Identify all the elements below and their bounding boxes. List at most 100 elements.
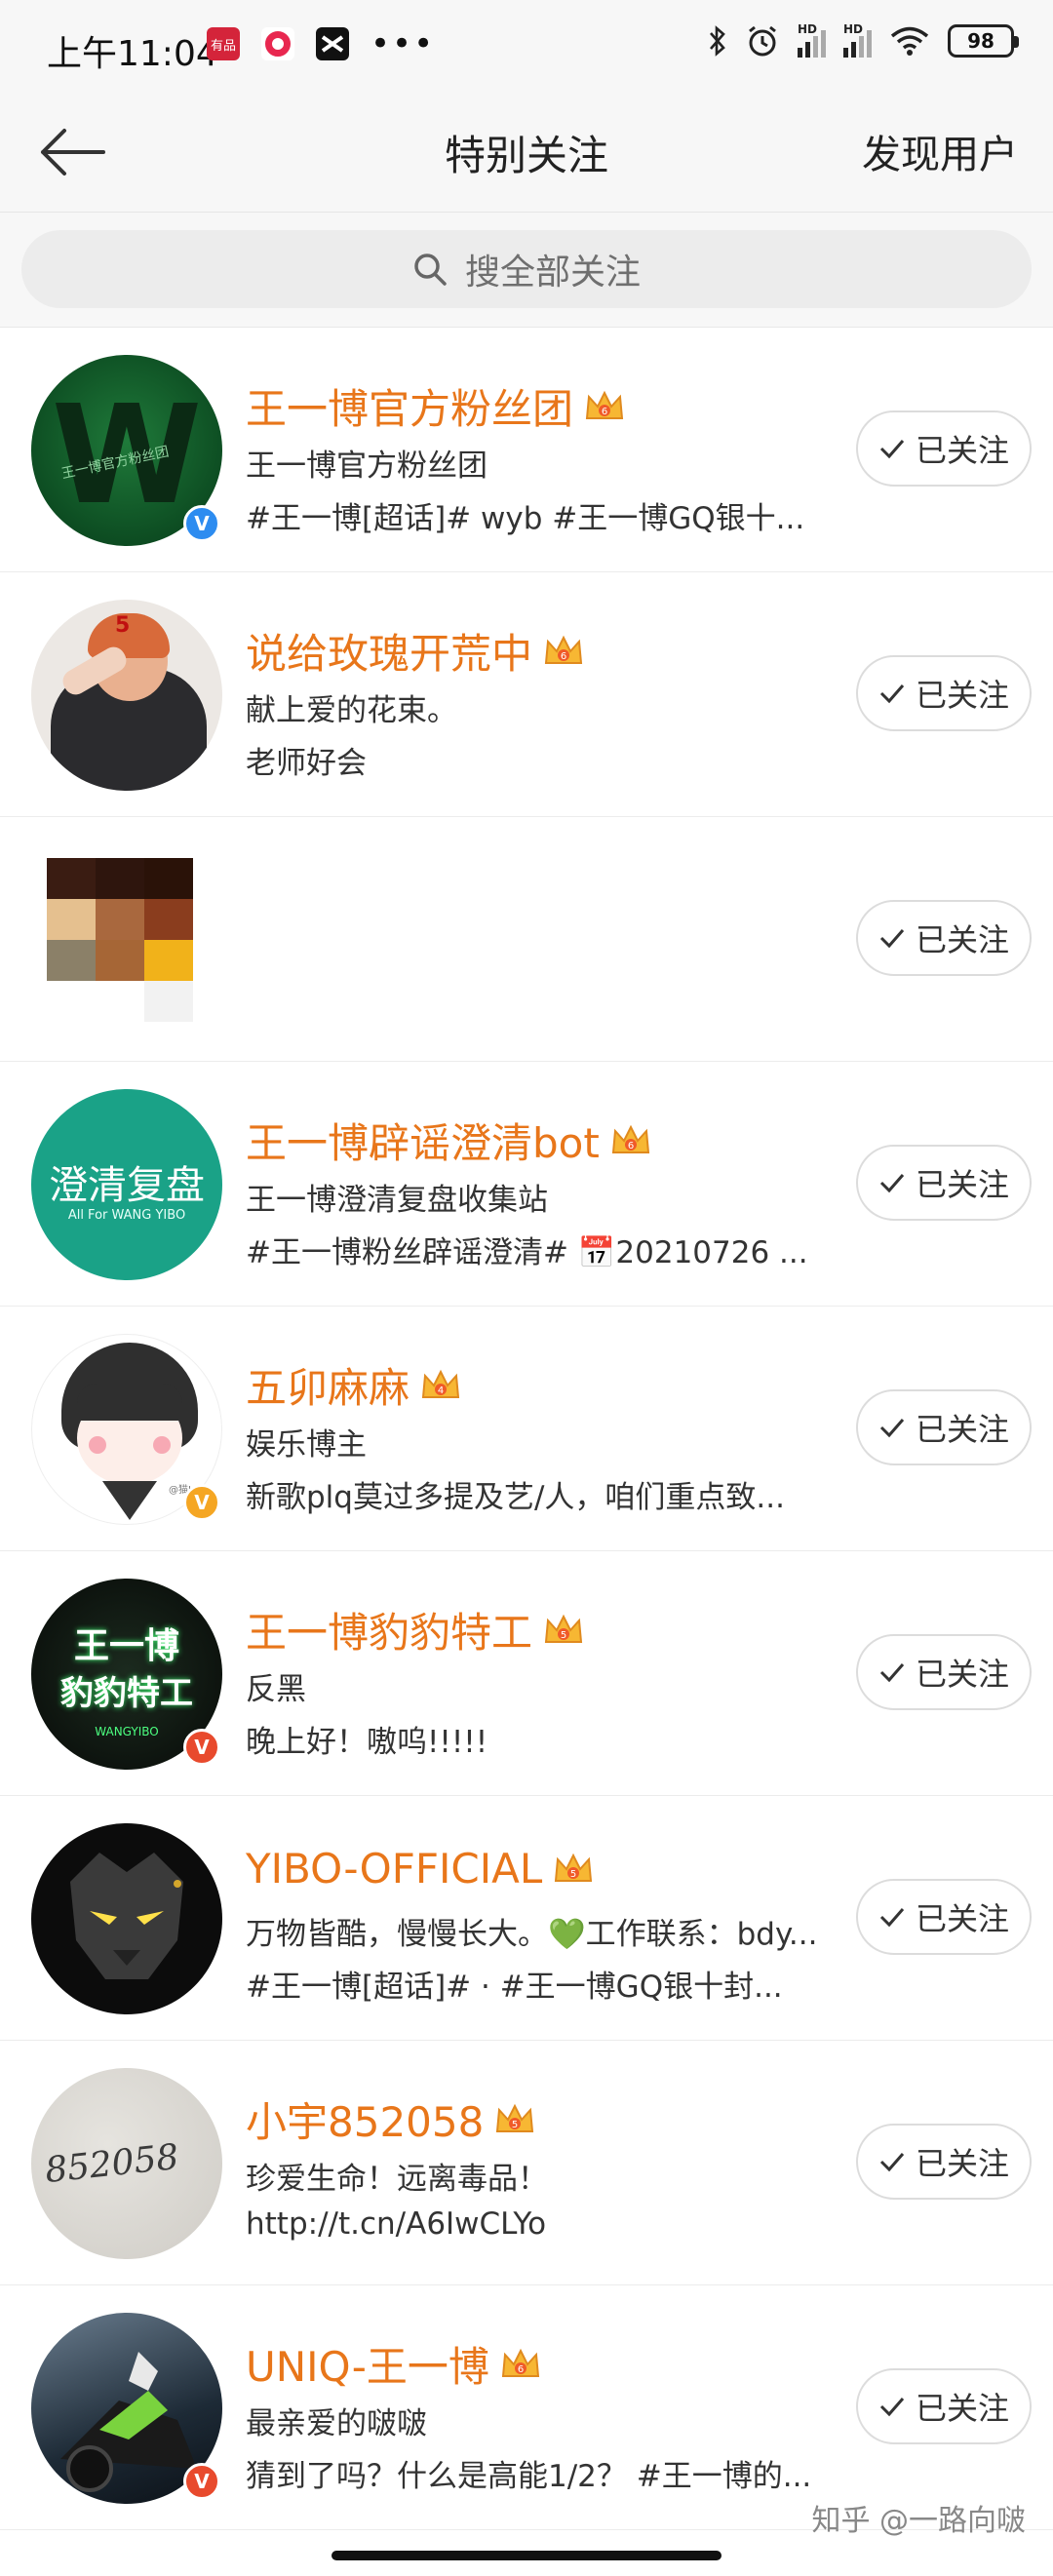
list-item[interactable]: 852058 小宇852058 5 珍爱生命！远离毒品！ http://t.cn… — [0, 2041, 1053, 2285]
avatar[interactable]: 澄清复盘 All For WANG YIBO — [31, 1089, 222, 1280]
user-latest: http://t.cn/A6IwCLYo — [246, 2206, 547, 2242]
status-bar: 上午11:04 有品 ••• HD HD 98 — [0, 0, 1053, 94]
user-latest: 新歌plq莫过多提及艺/人，咱们重点致... — [246, 1480, 785, 1515]
crown-icon: 6 — [611, 1124, 649, 1153]
svg-text:5: 5 — [561, 1630, 566, 1641]
home-indicator[interactable] — [332, 2551, 722, 2560]
svg-text:6: 6 — [628, 1141, 634, 1151]
followed-label: 已关注 — [915, 1411, 1009, 1448]
name-line: 说给玫瑰开荒中 6 — [246, 621, 585, 681]
user-latest: #王一博[超话]# wyb #王一博GQ银十... — [246, 501, 805, 536]
avatar-handwriting: 852058 — [43, 2136, 181, 2192]
crown-icon: 5 — [544, 1614, 583, 1643]
followed-label: 已关注 — [915, 1900, 1009, 1937]
pixelated-avatar[interactable] — [47, 858, 193, 1024]
followed-button[interactable]: 已关注 — [856, 655, 1032, 731]
verified-badge-icon: V — [183, 505, 220, 542]
followed-button[interactable]: 已关注 — [856, 1879, 1032, 1955]
name-line: 王一博辟谣澄清bot 6 — [246, 1111, 652, 1170]
signal-hd-2-icon: HD — [843, 22, 872, 58]
svg-text:5: 5 — [570, 1869, 576, 1880]
user-desc: 珍爱生命！远离毒品！ — [246, 2162, 548, 2197]
avatar[interactable] — [31, 1823, 222, 2014]
svg-text:4: 4 — [438, 1386, 444, 1396]
user-name[interactable]: YIBO-OFFICIAL — [246, 1845, 542, 1893]
avatar[interactable]: 5 — [31, 600, 222, 791]
user-name[interactable]: 小宇852058 — [246, 2089, 484, 2149]
list-item[interactable]: W 王一博官方粉丝团 V 王一博官方粉丝团 6 王一博官方粉丝团 #王一博[超话… — [0, 328, 1053, 572]
record-app-icon — [261, 27, 294, 60]
crown-icon: 4 — [421, 1369, 460, 1398]
user-name[interactable]: 五卯麻麻 — [246, 1355, 410, 1415]
name-line: YIBO-OFFICIAL 5 — [246, 1845, 595, 1893]
avatar[interactable]: 852058 — [31, 2068, 222, 2259]
followed-button[interactable]: 已关注 — [856, 900, 1032, 976]
user-desc: 王一博澄清复盘收集站 — [246, 1183, 548, 1218]
check-icon — [879, 1663, 905, 1683]
user-desc: 娱乐博主 — [246, 1427, 367, 1463]
followed-label: 已关注 — [915, 1656, 1009, 1693]
panther-image — [70, 1853, 183, 1979]
avatar-line-1: 王一博 — [73, 1626, 179, 1666]
avatar-line-2: 豹豹特工 — [60, 1674, 193, 1713]
signal-hd-1-icon: HD — [798, 22, 826, 58]
list-item[interactable]: @猫Lily V 五卯麻麻 4 娱乐博主 新歌plq莫过多提及艺/人，咱们重点致… — [0, 1307, 1053, 1551]
wifi-icon — [890, 26, 929, 56]
user-name[interactable]: UNIQ-王一博 — [246, 2334, 489, 2394]
followed-label: 已关注 — [915, 2145, 1009, 2182]
name-line: 王一博豹豹特工 5 — [246, 1600, 585, 1659]
search-area: 搜全部关注 — [0, 213, 1053, 328]
user-name[interactable]: 王一博官方粉丝团 — [246, 376, 573, 436]
avatar-subtitle: All For WANG YIBO — [67, 1208, 186, 1223]
check-icon — [879, 1419, 905, 1438]
followed-label: 已关注 — [915, 2390, 1009, 2427]
search-input[interactable]: 搜全部关注 — [21, 230, 1032, 308]
avatar-number: 5 — [115, 613, 131, 638]
crown-icon: 6 — [544, 635, 583, 664]
check-icon — [879, 1908, 905, 1928]
user-latest: #王一博粉丝辟谣澄清# 📅20210726 ... — [246, 1235, 808, 1270]
user-desc: 王一博官方粉丝团 — [246, 449, 488, 484]
list-item[interactable]: YIBO-OFFICIAL 5 万物皆酷，慢慢长大。💚工作联系：bdy... #… — [0, 1796, 1053, 2041]
list-item[interactable]: V UNIQ-王一博 6 最亲爱的啵啵 猜到了吗？什么是高能1/2？ #王一博的… — [0, 2285, 1053, 2530]
bluetooth-icon — [710, 25, 725, 57]
check-icon — [879, 684, 905, 704]
user-name[interactable]: 王一博豹豹特工 — [246, 1600, 532, 1659]
check-icon — [879, 2153, 905, 2172]
list-item[interactable]: 5 说给玫瑰开荒中 6 献上爱的花束。 老师好会 已关注 — [0, 572, 1053, 817]
nav-bar: 特别关注 发现用户 — [0, 94, 1053, 213]
followed-button[interactable]: 已关注 — [856, 1145, 1032, 1221]
followed-button[interactable]: 已关注 — [856, 2368, 1032, 2444]
avatar-title: 澄清复盘 — [49, 1163, 205, 1208]
crown-icon: 6 — [501, 2348, 540, 2377]
followed-button[interactable]: 已关注 — [856, 1634, 1032, 1710]
followed-button[interactable]: 已关注 — [856, 410, 1032, 487]
list-item[interactable]: 王一博 豹豹特工 WANGYIBO V 王一博豹豹特工 5 反黑 晚上好！嗷呜!… — [0, 1551, 1053, 1796]
svg-text:6: 6 — [561, 651, 566, 662]
alarm-icon — [749, 25, 776, 57]
followed-button[interactable]: 已关注 — [856, 2124, 1032, 2200]
check-icon — [879, 440, 905, 459]
followed-label: 已关注 — [915, 1166, 1009, 1203]
followed-label: 已关注 — [915, 921, 1009, 958]
name-line: 王一博官方粉丝团 6 — [246, 376, 626, 436]
user-desc: 献上爱的花束。 — [246, 693, 457, 728]
followed-button[interactable]: 已关注 — [856, 1389, 1032, 1465]
more-notifications-icon: ••• — [370, 24, 436, 63]
crown-icon: 5 — [496, 2103, 534, 2132]
check-icon — [879, 1174, 905, 1193]
list-item[interactable]: 已关注 — [0, 817, 1053, 1062]
youpin-app-icon: 有品 — [207, 27, 240, 60]
search-icon — [414, 254, 447, 286]
list-item[interactable]: 澄清复盘 All For WANG YIBO 王一博辟谣澄清bot 6 王一博澄… — [0, 1062, 1053, 1307]
followed-label: 已关注 — [915, 432, 1009, 469]
svg-text:6: 6 — [518, 2364, 524, 2375]
name-line: 五卯麻麻 4 — [246, 1355, 462, 1415]
special-follow-list: W 王一博官方粉丝团 V 王一博官方粉丝团 6 王一博官方粉丝团 #王一博[超话… — [0, 328, 1053, 2530]
svg-text:5: 5 — [512, 2120, 518, 2130]
user-desc: 反黑 — [246, 1672, 306, 1707]
user-name[interactable]: 王一博辟谣澄清bot — [246, 1111, 600, 1170]
discover-users-button[interactable]: 发现用户 — [862, 123, 1018, 179]
user-name[interactable]: 说给玫瑰开荒中 — [246, 621, 532, 681]
check-icon — [879, 929, 905, 949]
